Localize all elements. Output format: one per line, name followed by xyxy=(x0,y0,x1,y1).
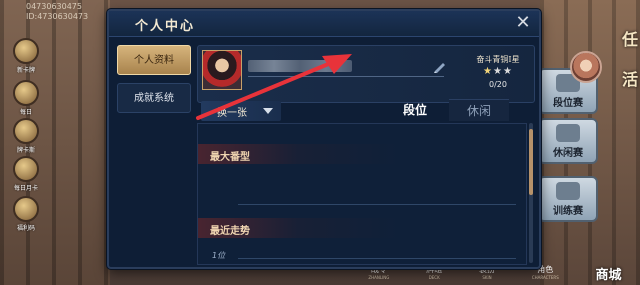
bottom-nav-sublabel: SKIN xyxy=(482,274,492,280)
tab-profile[interactable]: 个人资料 xyxy=(117,45,191,75)
left-menu-label: 每日 xyxy=(19,109,32,116)
avatar[interactable] xyxy=(202,50,242,90)
chat-icon xyxy=(13,118,39,144)
bottom-nav-sublabel: CHARACTERS xyxy=(531,274,559,280)
trend-axis-line xyxy=(238,258,516,259)
left-menu-label: 新卡牌 xyxy=(16,67,35,74)
rank-stars: ★★★ xyxy=(483,66,513,77)
shop-button[interactable]: 商城 xyxy=(596,264,622,283)
tab-casual[interactable]: 休闲 xyxy=(449,99,509,121)
rank-name: 奋斗青铜I星 xyxy=(476,55,520,64)
profile-card: 奋斗青铜I星 ★★★ 0/20 xyxy=(197,45,602,103)
star-icon: ★ xyxy=(483,66,494,77)
ranked-match-label: 段位赛 xyxy=(553,98,583,109)
rank-progress: 0/20 xyxy=(489,80,507,89)
bottom-nav-sublabel: DECK xyxy=(428,274,440,280)
casual-match-label: 休闲赛 xyxy=(553,148,583,159)
trend-place-label: 1位 xyxy=(212,251,226,260)
chevron-down-icon xyxy=(263,108,273,114)
training-icon xyxy=(556,182,580,200)
casual-icon xyxy=(556,124,580,142)
card-pack-icon xyxy=(13,38,39,64)
left-menu-monthly-card[interactable]: 每日月卡 xyxy=(10,156,42,192)
stats-panel: 最大番型 最近走势 1位 xyxy=(197,123,527,265)
bottom-nav-sublabel: ZHANLING xyxy=(368,274,390,280)
star-icon: ★ xyxy=(493,66,503,77)
event-corner-label[interactable]: 活 xyxy=(622,66,638,90)
scrollbar[interactable] xyxy=(529,123,533,263)
dialog-header: 个人中心 ✕ xyxy=(109,11,539,37)
section-title-max-fan: 最大番型 xyxy=(210,152,250,163)
tab-achievements[interactable]: 成就系统 xyxy=(117,83,191,113)
uid-line-1: 04730630475 xyxy=(26,2,82,11)
left-menu-daily[interactable]: 每日 xyxy=(10,80,42,116)
gift-code-icon xyxy=(13,196,39,222)
rank-badge-icon[interactable] xyxy=(570,51,602,83)
left-menu-label: 福利码 xyxy=(16,225,35,232)
left-menu-gift-code[interactable]: 福利码 xyxy=(10,196,42,232)
close-icon[interactable]: ✕ xyxy=(513,13,533,33)
section-title-recent-trend: 最近走势 xyxy=(210,226,250,237)
left-menu-label: 牌卡斯 xyxy=(16,147,35,154)
star-icon: ★ xyxy=(502,66,513,77)
training-match-button[interactable]: 训练赛 xyxy=(538,176,598,222)
left-menu-chat[interactable]: 牌卡斯 xyxy=(10,118,42,154)
task-corner-label[interactable]: 任 xyxy=(622,26,638,50)
left-menu-label: 每日月卡 xyxy=(13,185,38,192)
scrollbar-thumb[interactable] xyxy=(529,129,533,195)
name-underline xyxy=(248,76,444,77)
personal-center-dialog: 个人中心 ✕ 个人资料 成就系统 奋斗青铜I星 ★★★ 0/20 换一张 段位 … xyxy=(107,9,602,269)
divider xyxy=(238,204,516,205)
switch-card-label: 换一张 xyxy=(217,107,247,119)
uid-line-2: ID:4730630473 xyxy=(26,12,89,21)
dialog-title: 个人中心 xyxy=(135,19,196,34)
player-uid: 04730630475 ID:4730630473 xyxy=(26,2,88,22)
player-name-blurred xyxy=(248,60,352,72)
tab-ranked[interactable]: 段位 xyxy=(387,99,443,121)
gift-icon xyxy=(13,80,39,106)
monthly-card-icon xyxy=(13,156,39,182)
casual-match-button[interactable]: 休闲赛 xyxy=(538,118,598,164)
edit-name-icon[interactable] xyxy=(432,60,448,74)
switch-card-dropdown[interactable]: 换一张 xyxy=(201,101,281,121)
left-menu-new-cards[interactable]: 新卡牌 xyxy=(10,38,42,74)
training-match-label: 训练赛 xyxy=(553,206,583,217)
